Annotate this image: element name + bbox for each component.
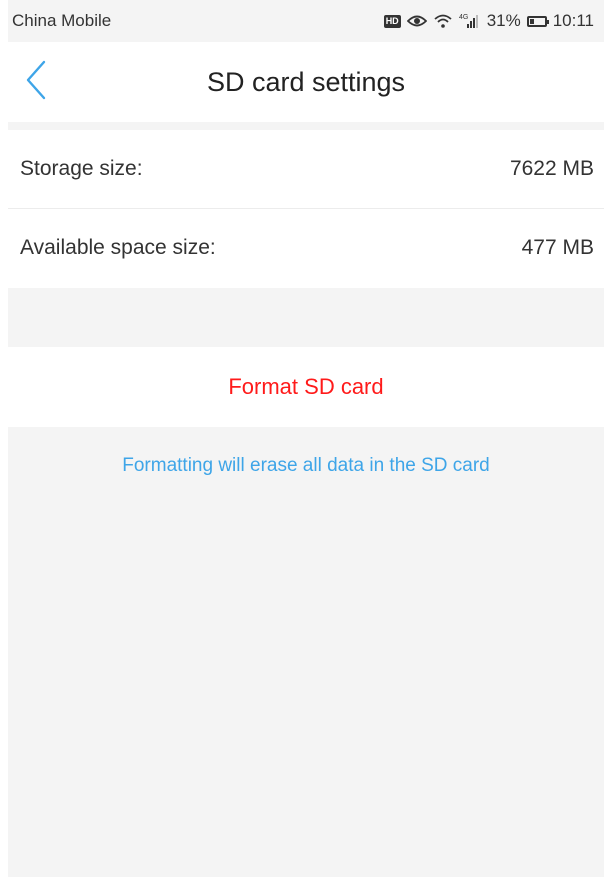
battery-percent: 31% — [486, 11, 521, 30]
app-screen: China Mobile HD 4G 31% 10:11 SD card set… — [8, 0, 604, 877]
available-space-label: Available space size: — [20, 235, 216, 259]
status-bar: China Mobile HD 4G 31% 10:11 — [8, 0, 604, 42]
battery-icon — [526, 15, 549, 27]
storage-size-label: Storage size: — [20, 157, 143, 180]
hd-icon: HD — [383, 14, 401, 28]
back-button[interactable] — [16, 60, 56, 104]
chevron-left-icon — [24, 60, 48, 105]
storage-size-row: Storage size: 7622 MB — [8, 130, 604, 208]
eye-icon — [406, 14, 427, 28]
status-icons: HD 4G 31% 10:11 — [383, 11, 594, 31]
storage-info-list: Storage size: 7622 MB Available space si… — [8, 130, 604, 288]
format-sd-card-label: Format SD card — [228, 374, 384, 399]
signal-icon: 4G — [459, 13, 481, 29]
battery-level — [529, 18, 534, 24]
header-bar: SD card settings — [8, 42, 604, 122]
format-sd-card-button[interactable]: Format SD card — [8, 347, 604, 427]
clock-time: 10:11 — [552, 11, 594, 30]
available-space-row: Available space size: 477 MB — [8, 208, 604, 286]
svg-text:4G: 4G — [459, 14, 468, 21]
page-title: SD card settings — [206, 67, 406, 97]
available-space-value: 477 MB — [521, 235, 594, 259]
storage-size-value: 7622 MB — [509, 157, 594, 180]
carrier-name: China Mobile — [12, 11, 112, 30]
wifi-icon — [433, 13, 453, 29]
format-warning-text: Formatting will erase all data in the SD… — [122, 455, 490, 476]
